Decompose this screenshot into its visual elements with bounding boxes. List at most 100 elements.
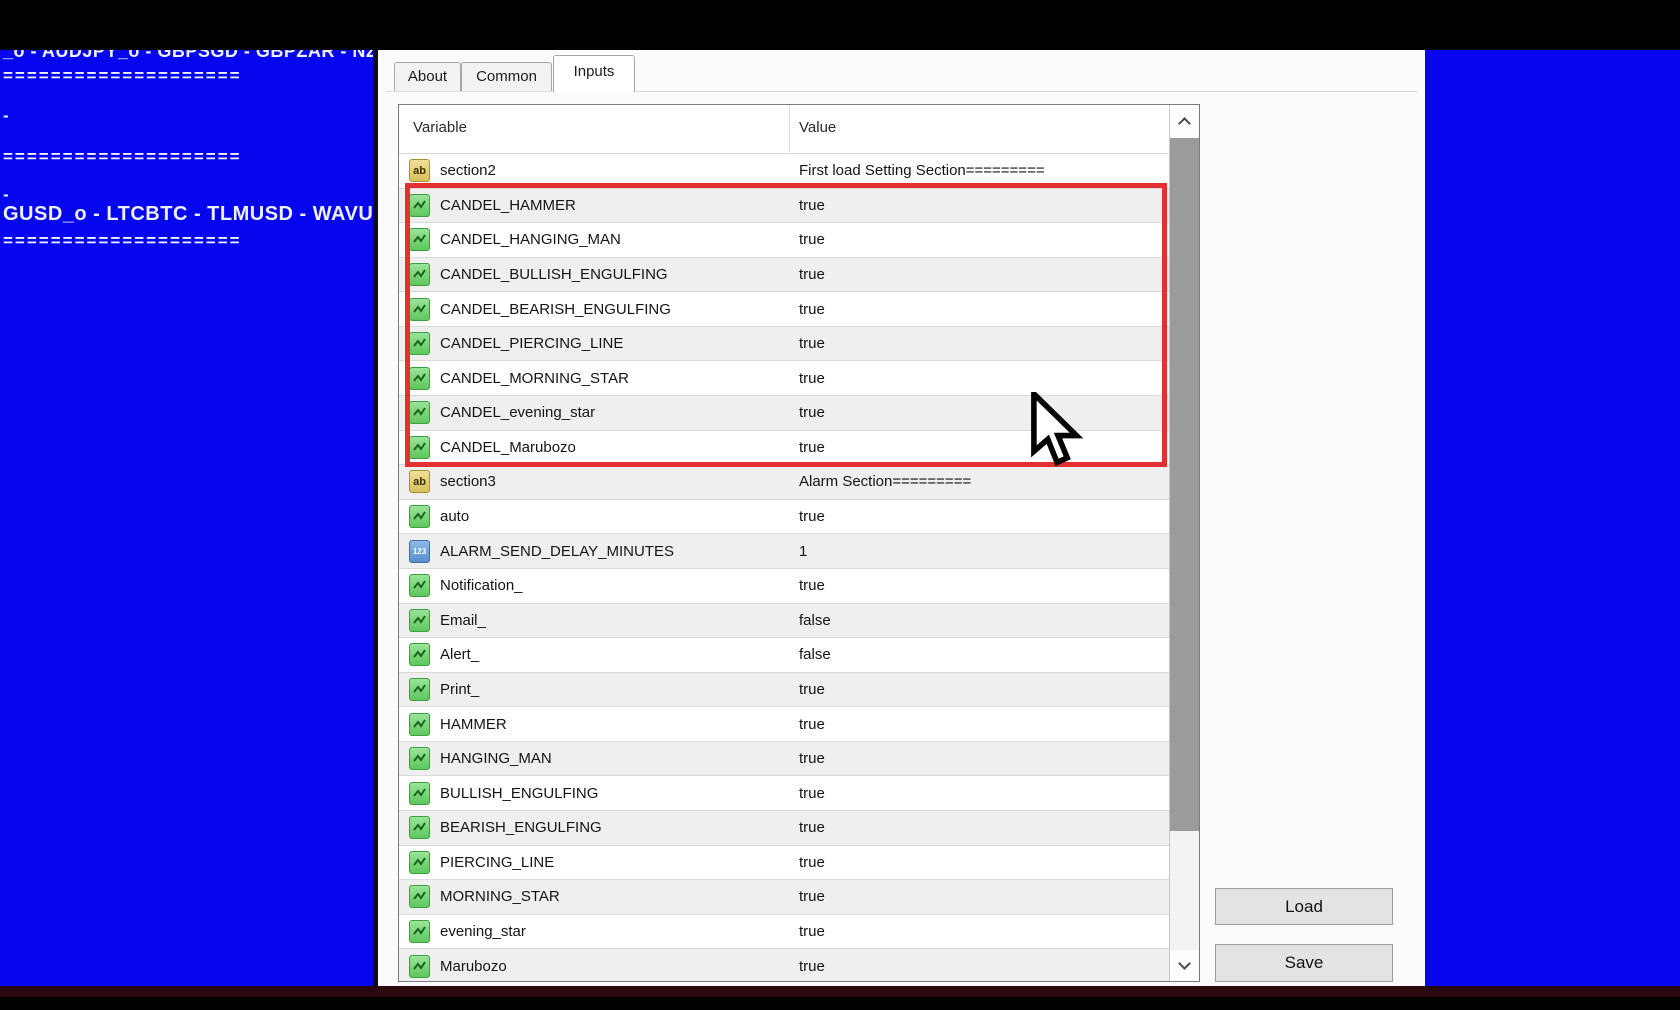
variable-name: HANGING_MAN (440, 750, 552, 768)
bool-param-icon (409, 608, 430, 632)
bool-param-icon (409, 920, 430, 943)
bool-param-icon (409, 781, 430, 805)
inputs-table: Variable Value ab section2 First load Se… (398, 104, 1200, 982)
variable-value[interactable]: true (799, 750, 825, 767)
integer-param-icon: 123 (409, 539, 430, 563)
bool-param-icon (409, 435, 430, 459)
variable-value[interactable]: true (799, 785, 825, 802)
table-row[interactable]: evening_star true (399, 913, 1169, 949)
table-row[interactable]: auto true (399, 498, 1169, 534)
mouse-cursor (1031, 392, 1084, 467)
variable-name: CANDEL_evening_star (440, 404, 596, 422)
scrollbar-thumb[interactable] (1170, 138, 1199, 831)
variable-value[interactable]: true (799, 681, 825, 698)
tab-inputs[interactable]: Inputs (553, 55, 635, 92)
separator-line: ==================== (3, 66, 242, 85)
bool-param-icon (409, 677, 430, 701)
variable-name: CANDEL_HANGING_MAN (440, 231, 621, 249)
symbols-line: - (3, 106, 9, 125)
variable-name: HAMMER (440, 715, 507, 733)
right-blue-panel (1425, 50, 1680, 986)
variable-value[interactable]: First load Setting Section========= (799, 162, 1045, 179)
variable-value[interactable]: true (799, 854, 825, 871)
variable-name: CANDEL_Marubozo (440, 438, 576, 456)
table-row[interactable]: CANDEL_PIERCING_LINE true (399, 325, 1169, 361)
bool-param-icon (409, 643, 430, 667)
variable-value[interactable]: true (799, 266, 825, 283)
bool-param-icon (409, 228, 430, 252)
scroll-down-button[interactable] (1170, 950, 1199, 981)
table-row[interactable]: ab section2 First load Setting Section==… (399, 153, 1169, 188)
variable-value[interactable]: true (799, 335, 825, 352)
variable-name: evening_star (440, 923, 526, 940)
variable-name: CANDEL_BEARISH_ENGULFING (440, 300, 671, 318)
variable-value[interactable]: true (799, 577, 825, 594)
variable-name: Print_ (440, 680, 480, 698)
table-row[interactable]: CANDEL_MORNING_STAR true (399, 360, 1169, 396)
tab-common[interactable]: Common (461, 62, 552, 91)
table-row[interactable]: BULLISH_ENGULFING true (399, 775, 1169, 810)
bool-param-icon (409, 297, 430, 321)
variable-value[interactable]: true (799, 716, 825, 733)
variable-value[interactable]: true (799, 923, 825, 940)
load-button[interactable]: Load (1215, 888, 1393, 925)
table-row[interactable]: MORNING_STAR true (399, 879, 1169, 914)
variable-value[interactable]: true (799, 301, 825, 318)
variable-value[interactable]: true (799, 439, 825, 456)
bool-param-icon (409, 401, 430, 425)
bool-param-icon (409, 366, 430, 390)
table-row[interactable]: CANDEL_BULLISH_ENGULFING true (399, 256, 1169, 292)
variable-value[interactable]: true (799, 404, 825, 421)
variable-name: CANDEL_MORNING_STAR (440, 369, 629, 387)
table-row[interactable]: PIERCING_LINE true (399, 844, 1169, 880)
variable-name: section3 (440, 473, 496, 491)
table-row[interactable]: CANDEL_HANGING_MAN true (399, 222, 1169, 257)
screen: _o - AUDJPY_o - GBPSGD - GBPZAR - NZDSGD… (0, 0, 1680, 1010)
symbols-line: _o - AUDJPY_o - GBPSGD - GBPZAR - NZDSGD… (3, 50, 373, 61)
tab-about[interactable]: About (394, 62, 461, 91)
variable-value[interactable]: true (799, 819, 825, 836)
bottom-strip (0, 986, 1680, 997)
variable-value[interactable]: true (799, 370, 825, 387)
column-header-variable: Variable (413, 119, 467, 136)
variable-value[interactable]: false (799, 612, 831, 629)
table-row[interactable]: Marubozo true (399, 948, 1169, 981)
vertical-scrollbar[interactable] (1169, 105, 1199, 981)
string-param-icon: ab (409, 470, 430, 494)
table-header: Variable Value (399, 105, 1169, 153)
variable-name: Email_ (440, 611, 486, 629)
bool-param-icon (409, 850, 430, 874)
bool-param-icon (409, 574, 430, 598)
table-row[interactable]: HAMMER true (399, 706, 1169, 741)
column-header-value: Value (799, 119, 837, 136)
table-row[interactable]: Notification_ true (399, 567, 1169, 603)
variable-value[interactable]: true (799, 197, 825, 214)
table-row[interactable]: Email_ false (399, 602, 1169, 638)
table-row[interactable]: BEARISH_ENGULFING true (399, 809, 1169, 845)
variable-name: Notification_ (440, 577, 523, 595)
symbols-line: - (3, 185, 9, 204)
table-row[interactable]: Alert_ false (399, 637, 1169, 672)
variable-name: CANDEL_PIERCING_LINE (440, 335, 624, 353)
variable-value[interactable]: false (799, 646, 831, 663)
table-row[interactable]: 123 ALARM_SEND_DELAY_MINUTES 1 (399, 533, 1169, 568)
variable-value[interactable]: 1 (799, 543, 807, 560)
table-row[interactable]: ab section3 Alarm Section========= (399, 464, 1169, 499)
scroll-up-button[interactable] (1170, 105, 1199, 138)
variable-name: section2 (440, 162, 496, 180)
bool-param-icon (409, 954, 430, 978)
table-row[interactable]: Print_ true (399, 671, 1169, 707)
variable-value[interactable]: Alarm Section========= (799, 473, 971, 490)
variable-value[interactable]: true (799, 231, 825, 248)
chevron-down-icon (1178, 957, 1191, 970)
variable-value[interactable]: true (799, 958, 825, 975)
ea-properties-dialog: About Common Inputs Variable Value ab se… (378, 50, 1425, 986)
table-row[interactable]: CANDEL_BEARISH_ENGULFING true (399, 291, 1169, 326)
variable-value[interactable]: true (799, 888, 825, 905)
save-button[interactable]: Save (1215, 944, 1393, 982)
variable-value[interactable]: true (799, 508, 825, 525)
table-row[interactable]: HANGING_MAN true (399, 740, 1169, 776)
tab-divider (386, 91, 1417, 92)
table-row[interactable]: CANDEL_HAMMER true (399, 187, 1169, 223)
separator-line: ==================== (3, 147, 242, 166)
